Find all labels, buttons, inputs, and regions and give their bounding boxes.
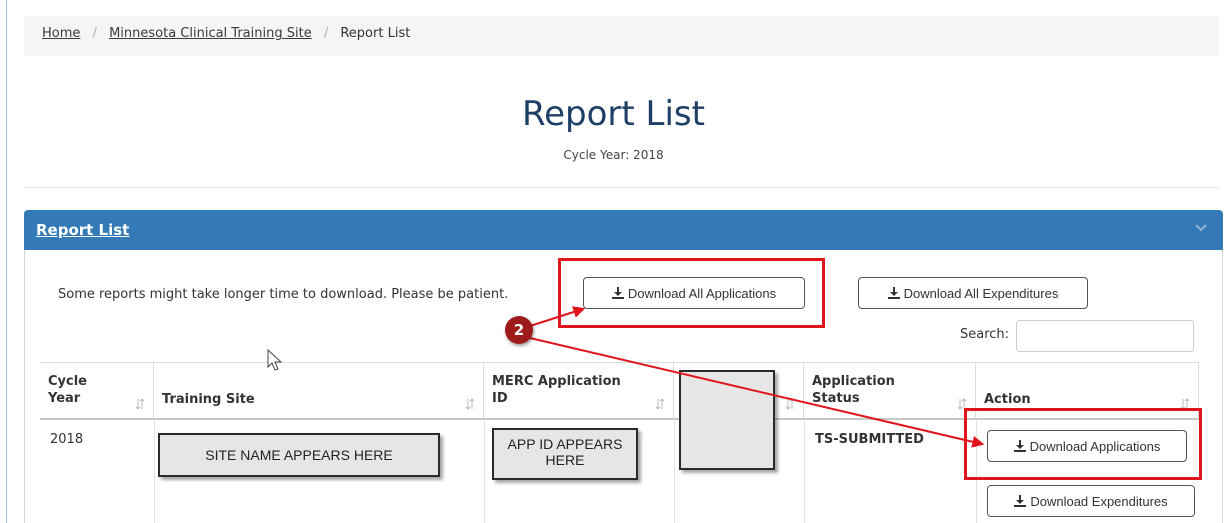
arrow-to-download-applications xyxy=(529,337,985,448)
step-number-badge: 2 xyxy=(505,316,533,344)
annotation-arrows xyxy=(267,306,985,448)
arrow-to-download-all-applications xyxy=(529,306,586,327)
cursor-icon xyxy=(267,348,283,371)
